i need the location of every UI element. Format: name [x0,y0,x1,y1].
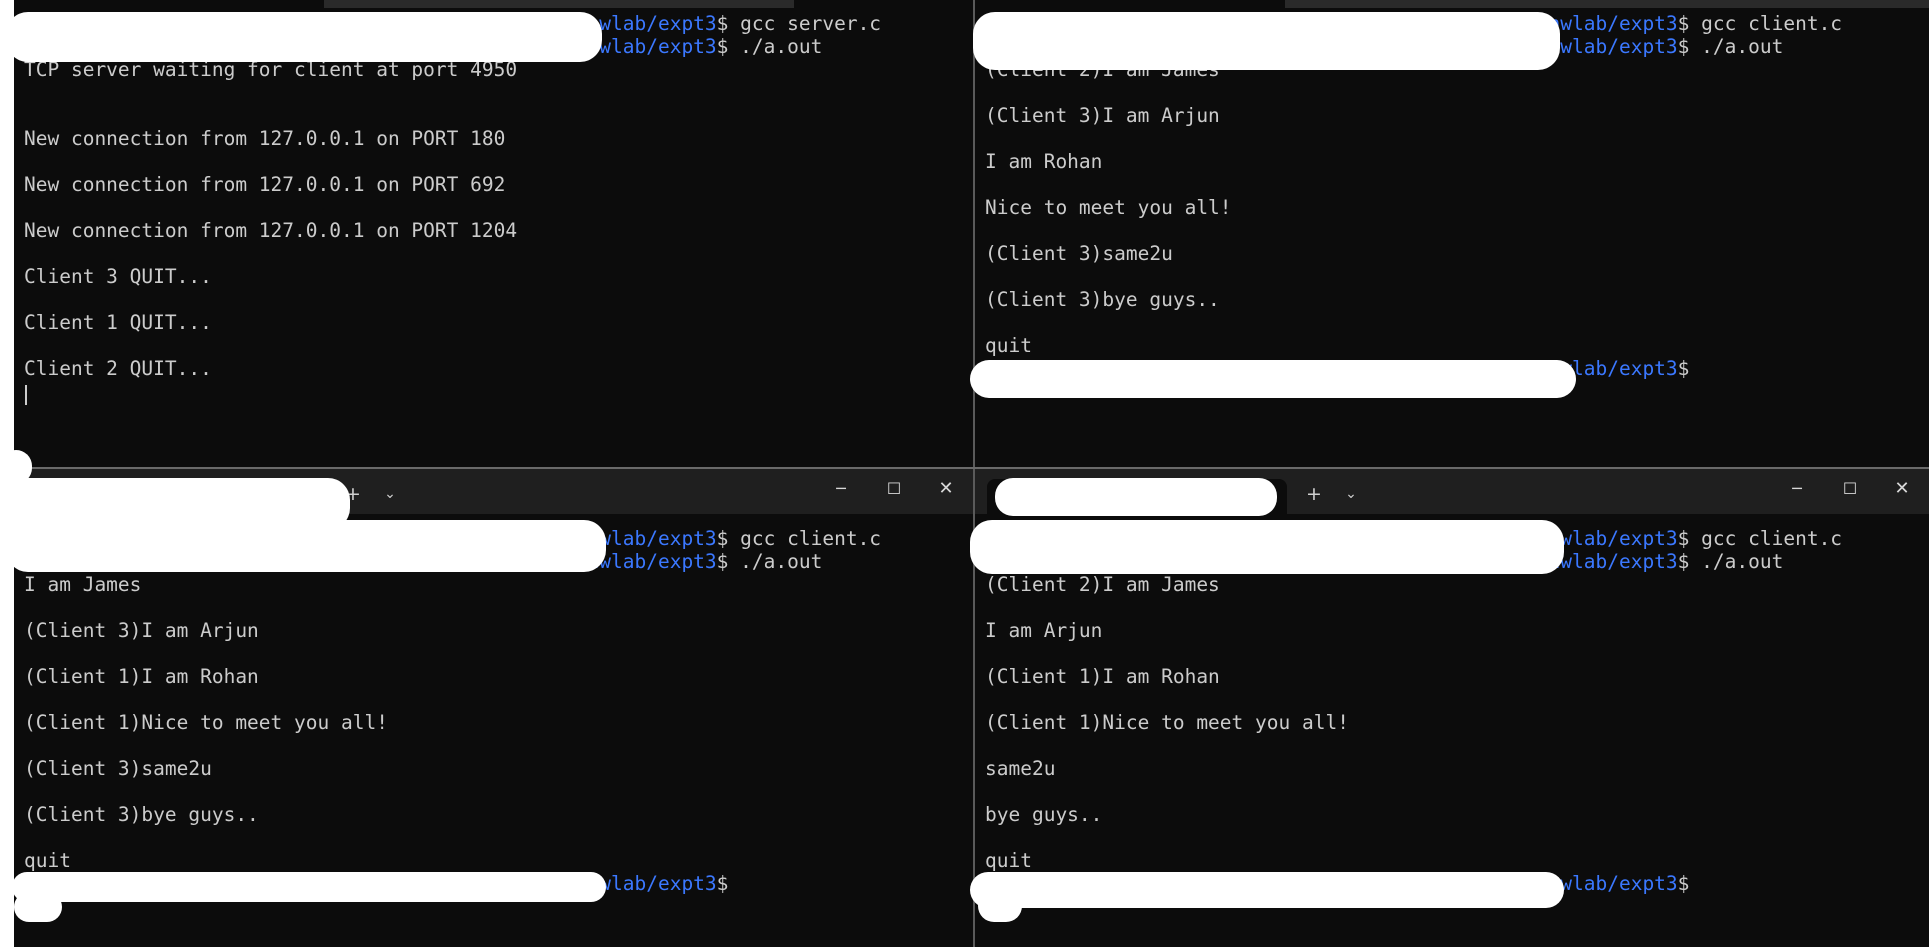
output-line: (Client 3)same2u [24,757,212,780]
output-line: (Client 3)bye guys.. [985,288,1220,311]
output-line: Client 1 QUIT... [24,311,212,334]
output-line: bye guys.. [985,803,1103,826]
output-line: New connection from 127.0.0.1 on PORT 69… [24,173,506,196]
command-text: gcc client.c [1701,12,1843,35]
prompt-symbol: $ [1677,35,1690,58]
prompt-symbol: $ [716,872,729,895]
redaction-mark [12,872,606,902]
prompt-symbol: $ [1677,550,1690,573]
command-text: ./a.out [1701,35,1784,58]
prompt-symbol: $ [716,12,729,35]
output-line: (Client 1)I am Rohan [985,665,1220,688]
output-line: (Client 3)same2u [985,242,1173,265]
redaction-mark [995,478,1277,516]
output-line: (Client 1)I am Rohan [24,665,259,688]
server-terminal-pane[interactable]: /nwlab/expt3$ gcc server.c /nwlab/expt3$… [14,0,973,467]
redaction-mark [6,520,606,572]
redaction-mark [970,872,1564,908]
tab-dropdown-icon[interactable]: ⌄ [1337,481,1365,507]
output-line: (Client 1)Nice to meet you all! [24,711,388,734]
output-line: New connection from 127.0.0.1 on PORT 18… [24,127,506,150]
minimize-button[interactable]: ─ [1775,475,1819,503]
prompt-symbol: $ [716,550,729,573]
pane-divider-horizontal [14,467,1929,469]
maximize-button[interactable]: ☐ [1828,475,1872,503]
command-text: gcc server.c [740,12,882,35]
redaction-mark [970,360,1576,398]
command-text: ./a.out [740,550,823,573]
output-line: New connection from 127.0.0.1 on PORT 12… [24,219,518,242]
output-line: I am Arjun [985,619,1103,642]
output-line: Client 3 QUIT... [24,265,212,288]
prompt-symbol: $ [1677,872,1690,895]
redaction-mark [978,890,1022,922]
redaction-mark [970,520,1564,574]
output-line: quit [24,849,71,872]
prompt-symbol: $ [1677,357,1690,380]
prompt-symbol: $ [716,527,729,550]
prompt-symbol: $ [1677,12,1690,35]
terminal-output[interactable]: /nwlab/expt3$ gcc server.c /nwlab/expt3$… [14,12,973,467]
output-line: quit [985,849,1032,872]
output-line: same2u [985,757,1056,780]
output-line: (Client 3)bye guys.. [24,803,259,826]
output-line: I am James [24,573,142,596]
output-line: (Client 3)I am Arjun [985,104,1220,127]
text-cursor [25,385,27,405]
minimize-button[interactable]: ─ [819,475,863,503]
new-tab-button[interactable]: + [1300,481,1328,507]
pane-divider-vertical [973,0,975,947]
prompt-symbol: $ [1677,527,1690,550]
output-line: quit [985,334,1032,357]
tab-strip [1285,0,1929,8]
redaction-mark [14,892,62,922]
maximize-button[interactable]: ☐ [872,475,916,503]
redaction-mark [6,12,602,62]
command-text: gcc client.c [740,527,882,550]
output-line: I am Rohan [985,150,1103,173]
tab-dropdown-icon[interactable]: ⌄ [376,481,404,507]
close-button[interactable]: ✕ [1880,475,1924,503]
output-line: Client 2 QUIT... [24,357,212,380]
command-text: ./a.out [740,35,823,58]
command-text: ./a.out [1701,550,1784,573]
command-text: gcc client.c [1701,527,1843,550]
output-line: (Client 2)I am James [985,573,1220,596]
output-line: Nice to meet you all! [985,196,1232,219]
tab-strip [324,0,794,8]
redaction-mark [973,12,1560,70]
output-line: (Client 3)I am Arjun [24,619,259,642]
prompt-symbol: $ [716,35,729,58]
output-line: (Client 1)Nice to meet you all! [985,711,1349,734]
terminal-output[interactable]: /nwlab/expt3$ gcc client.c /nwlab/expt3$… [975,12,1929,467]
close-button[interactable]: ✕ [924,475,968,503]
